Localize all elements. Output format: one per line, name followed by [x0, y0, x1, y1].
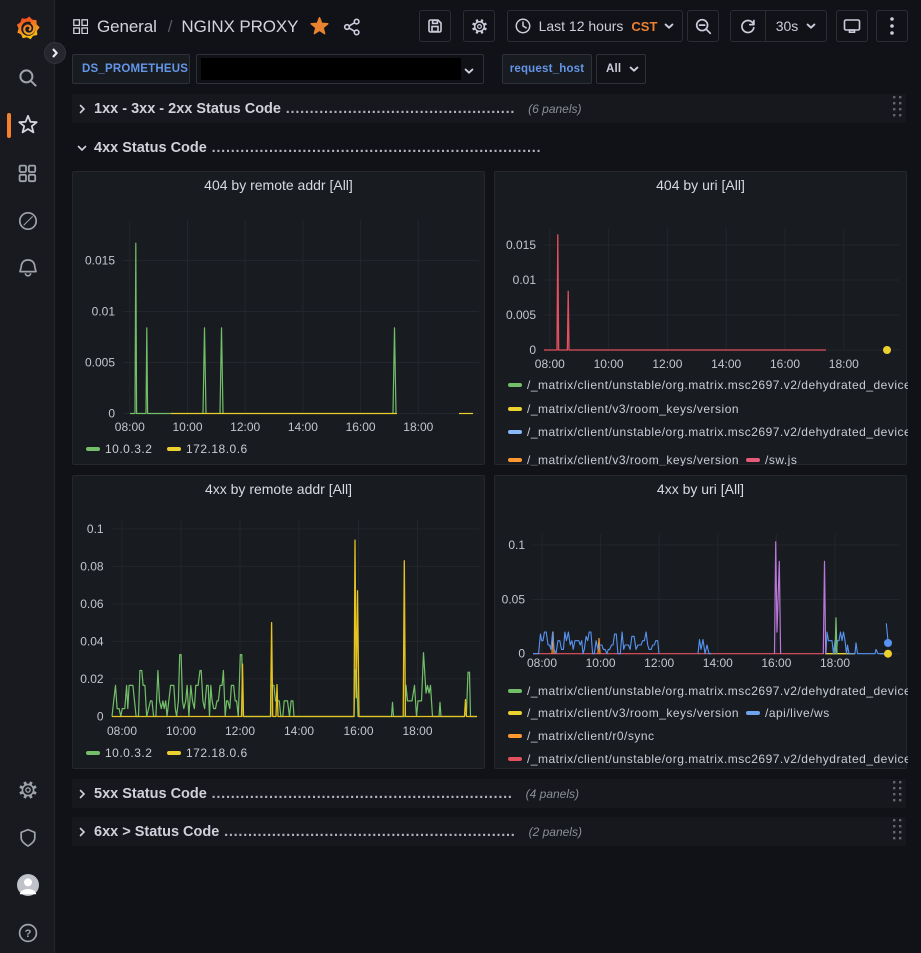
svg-text:18:00: 18:00 [403, 420, 433, 434]
svg-text:16:00: 16:00 [346, 420, 376, 434]
svg-text:172.18.0.6: 172.18.0.6 [186, 442, 248, 456]
svg-text:10.0.3.2: 10.0.3.2 [105, 746, 152, 760]
svg-text:/_matrix/client/v3/room_keys/v: /_matrix/client/v3/room_keys/version [527, 453, 739, 466]
svg-text:0.1: 0.1 [508, 538, 525, 552]
svg-text:0: 0 [108, 407, 115, 421]
svg-text:0.005: 0.005 [85, 356, 115, 370]
svg-text:0.06: 0.06 [80, 597, 104, 611]
svg-text:08:00: 08:00 [535, 357, 565, 371]
svg-text:/_matrix/client/unstable/org.m: /_matrix/client/unstable/org.matrix.msc2… [527, 378, 908, 392]
svg-text:0.02: 0.02 [80, 672, 104, 686]
svg-text:12:00: 12:00 [225, 724, 255, 738]
svg-text:172.18.0.6: 172.18.0.6 [186, 746, 248, 760]
svg-text:18:00: 18:00 [820, 656, 850, 670]
svg-text:10:00: 10:00 [594, 357, 624, 371]
svg-text:10:00: 10:00 [172, 420, 202, 434]
svg-text:14:00: 14:00 [288, 420, 318, 434]
svg-text:08:00: 08:00 [107, 724, 137, 738]
svg-text:10.0.3.2: 10.0.3.2 [105, 442, 152, 456]
svg-text:0.01: 0.01 [513, 273, 537, 287]
svg-text:14:00: 14:00 [711, 357, 741, 371]
svg-text:12:00: 12:00 [230, 420, 260, 434]
svg-text:0: 0 [529, 343, 536, 357]
svg-text:14:00: 14:00 [284, 724, 314, 738]
svg-text:0.01: 0.01 [92, 305, 116, 319]
svg-text:/_matrix/client/unstable/org.m: /_matrix/client/unstable/org.matrix.msc2… [527, 425, 908, 439]
svg-text:18:00: 18:00 [829, 357, 859, 371]
svg-text:0.005: 0.005 [506, 308, 536, 322]
svg-text:08:00: 08:00 [527, 656, 557, 670]
svg-text:12:00: 12:00 [644, 656, 674, 670]
svg-text:/_matrix/client/v3/room_keys/v: /_matrix/client/v3/room_keys/version [527, 706, 739, 720]
svg-text:16:00: 16:00 [770, 357, 800, 371]
svg-text:0.015: 0.015 [506, 238, 536, 252]
svg-text:16:00: 16:00 [761, 656, 791, 670]
svg-text:0.1: 0.1 [87, 522, 104, 536]
svg-text:08:00: 08:00 [115, 420, 145, 434]
svg-text:0: 0 [518, 647, 525, 661]
svg-text:16:00: 16:00 [343, 724, 373, 738]
svg-text:/_matrix/client/v3/room_keys/v: /_matrix/client/v3/room_keys/version [527, 402, 739, 416]
svg-text:/_matrix/client/unstable/org.m: /_matrix/client/unstable/org.matrix.msc2… [527, 684, 908, 698]
svg-text:0.05: 0.05 [502, 593, 526, 607]
svg-text:12:00: 12:00 [652, 357, 682, 371]
svg-text:0.04: 0.04 [80, 634, 104, 648]
svg-text:0.08: 0.08 [80, 559, 104, 573]
svg-text:/_matrix/client/unstable/org.m: /_matrix/client/unstable/org.matrix.msc2… [527, 752, 908, 766]
svg-text:10:00: 10:00 [166, 724, 196, 738]
svg-text:/_matrix/client/r0/sync: /_matrix/client/r0/sync [527, 729, 655, 743]
svg-text:/api/live/ws: /api/live/ws [765, 706, 830, 720]
svg-text:18:00: 18:00 [402, 724, 432, 738]
svg-text:/sw.js: /sw.js [765, 453, 797, 466]
svg-text:0: 0 [97, 710, 104, 724]
svg-text:?: ? [24, 928, 31, 940]
svg-text:0.015: 0.015 [85, 254, 115, 268]
svg-text:14:00: 14:00 [703, 656, 733, 670]
svg-text:10:00: 10:00 [586, 656, 616, 670]
